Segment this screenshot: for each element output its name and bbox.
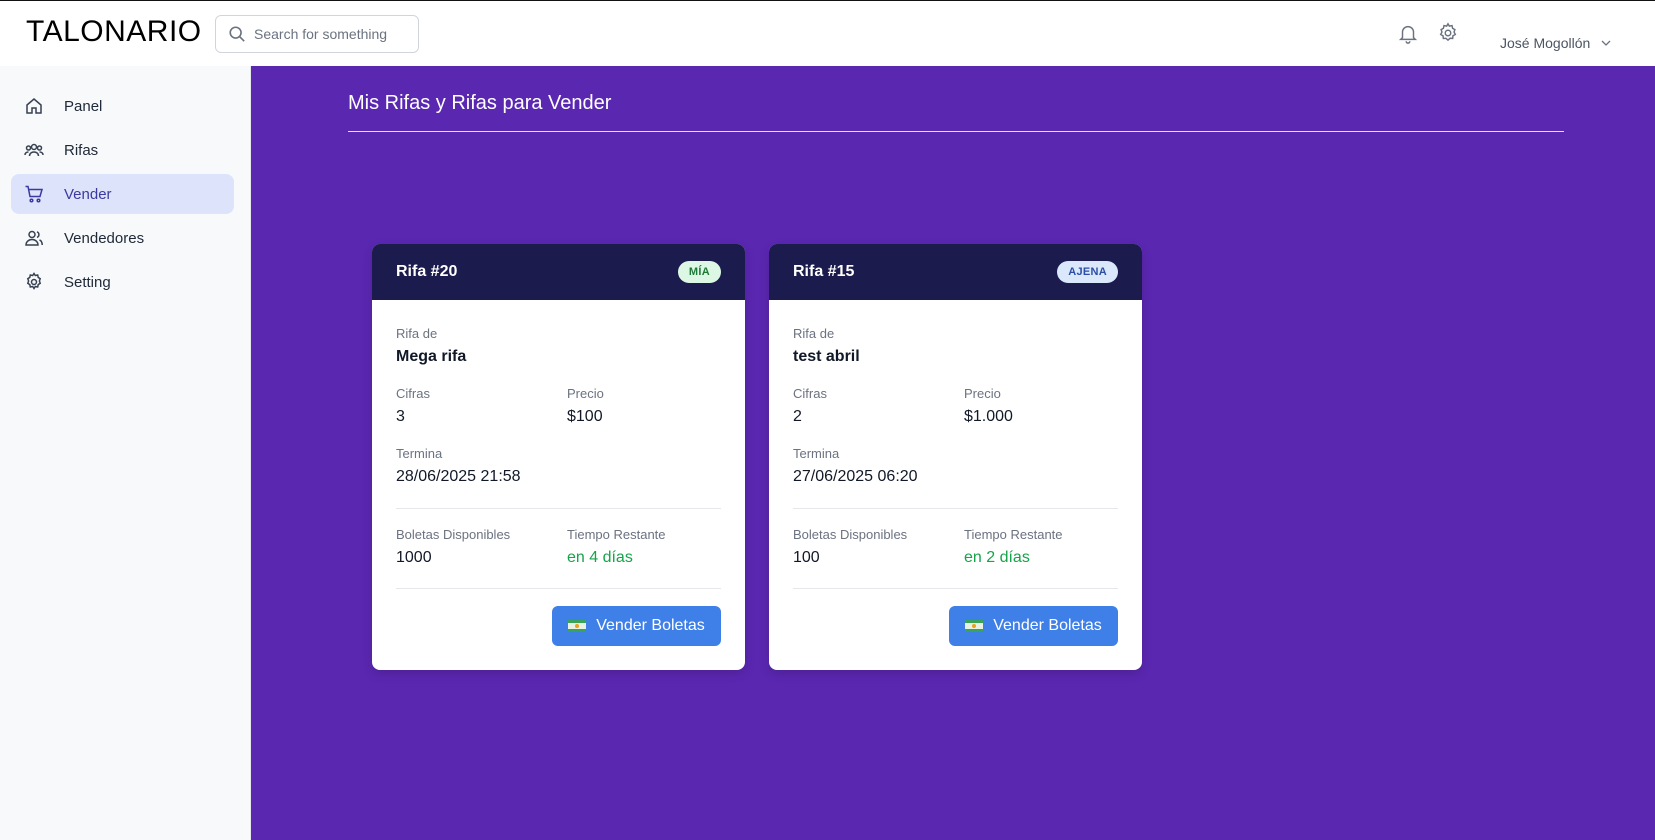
tiempo-value: en 2 días xyxy=(964,549,1030,566)
cifras-label: Cifras xyxy=(793,386,827,401)
sidebar-item-label: Setting xyxy=(64,273,111,291)
users-icon xyxy=(24,228,44,248)
page-title: Mis Rifas y Rifas para Vender xyxy=(348,92,612,114)
ticket-icon xyxy=(965,620,984,632)
user-name: José Mogollón xyxy=(1500,35,1591,51)
sidebar-item-vender[interactable]: Vender xyxy=(11,174,234,214)
app-logo[interactable]: TALONARIO xyxy=(26,15,202,49)
sidebar-item-rifas[interactable]: Rifas xyxy=(11,130,234,170)
title-divider xyxy=(348,131,1564,132)
sidebar-item-setting[interactable]: Setting xyxy=(11,262,234,302)
button-label: Vender Boletas xyxy=(993,617,1102,634)
card-divider xyxy=(793,508,1118,509)
card-title: Rifa #15 xyxy=(793,263,855,280)
rifa-name: Mega rifa xyxy=(396,348,467,365)
precio-label: Precio xyxy=(567,386,604,401)
search-icon xyxy=(229,26,245,42)
sidebar: Panel Rifas Vender Vendedores Setting xyxy=(0,66,251,840)
rifa-de-label: Rifa de xyxy=(793,326,835,341)
ticket-icon xyxy=(568,620,587,632)
cart-icon xyxy=(24,184,44,204)
tiempo-value: en 4 días xyxy=(567,549,633,566)
ownership-badge: MÍA xyxy=(677,261,721,283)
card-header: Rifa #20 MÍA xyxy=(372,244,745,300)
rifa-card: Rifa #20 MÍA Rifa de Mega rifa Cifras 3 … xyxy=(372,244,745,670)
search-box[interactable] xyxy=(215,15,419,53)
chevron-down-icon xyxy=(1601,40,1611,46)
precio-value: $1.000 xyxy=(964,408,1013,425)
termina-value: 27/06/2025 06:20 xyxy=(793,468,918,485)
rifa-card: Rifa #15 AJENA Rifa de test abril Cifras… xyxy=(769,244,1142,670)
boletas-value: 100 xyxy=(793,549,820,566)
ownership-badge: AJENA xyxy=(1057,261,1118,283)
termina-value: 28/06/2025 21:58 xyxy=(396,468,521,485)
search-input[interactable] xyxy=(254,26,404,42)
boletas-label: Boletas Disponibles xyxy=(793,527,908,542)
button-label: Vender Boletas xyxy=(596,617,705,634)
tiempo-label: Tiempo Restante xyxy=(567,527,666,542)
card-divider xyxy=(396,588,721,589)
sidebar-item-label: Rifas xyxy=(64,141,99,159)
cifras-value: 2 xyxy=(793,408,802,425)
card-body: Rifa de test abril Cifras 2 Precio $1.00… xyxy=(769,300,1142,670)
cifras-label: Cifras xyxy=(396,386,430,401)
sidebar-item-label: Vender xyxy=(64,185,112,203)
vender-boletas-button[interactable]: Vender Boletas xyxy=(949,606,1118,646)
card-title: Rifa #20 xyxy=(396,263,458,280)
tiempo-label: Tiempo Restante xyxy=(964,527,1063,542)
bell-icon[interactable] xyxy=(1397,21,1419,45)
termina-label: Termina xyxy=(793,446,840,461)
card-header: Rifa #15 AJENA xyxy=(769,244,1142,300)
card-body: Rifa de Mega rifa Cifras 3 Precio $100 T… xyxy=(372,300,745,670)
rifa-name: test abril xyxy=(793,348,860,365)
user-menu[interactable]: José Mogollón xyxy=(1500,35,1612,51)
sidebar-item-label: Vendedores xyxy=(64,229,145,247)
vender-boletas-button[interactable]: Vender Boletas xyxy=(552,606,721,646)
sidebar-item-label: Panel xyxy=(64,97,103,115)
users-group-icon xyxy=(24,140,44,160)
boletas-label: Boletas Disponibles xyxy=(396,527,511,542)
sidebar-item-vendedores[interactable]: Vendedores xyxy=(11,218,234,258)
termina-label: Termina xyxy=(396,446,443,461)
precio-value: $100 xyxy=(567,408,603,425)
precio-label: Precio xyxy=(964,386,1001,401)
top-bar: TALONARIO José Mogollón xyxy=(0,0,1655,66)
gear-icon xyxy=(24,272,44,292)
boletas-value: 1000 xyxy=(396,549,432,566)
home-icon xyxy=(24,96,44,116)
card-divider xyxy=(396,508,721,509)
rifa-de-label: Rifa de xyxy=(396,326,438,341)
settings-gear-icon[interactable] xyxy=(1437,22,1459,44)
main-content: Mis Rifas y Rifas para Vender Rifa #20 M… xyxy=(251,66,1655,840)
sidebar-item-panel[interactable]: Panel xyxy=(11,86,234,126)
cifras-value: 3 xyxy=(396,408,405,425)
card-divider xyxy=(793,588,1118,589)
